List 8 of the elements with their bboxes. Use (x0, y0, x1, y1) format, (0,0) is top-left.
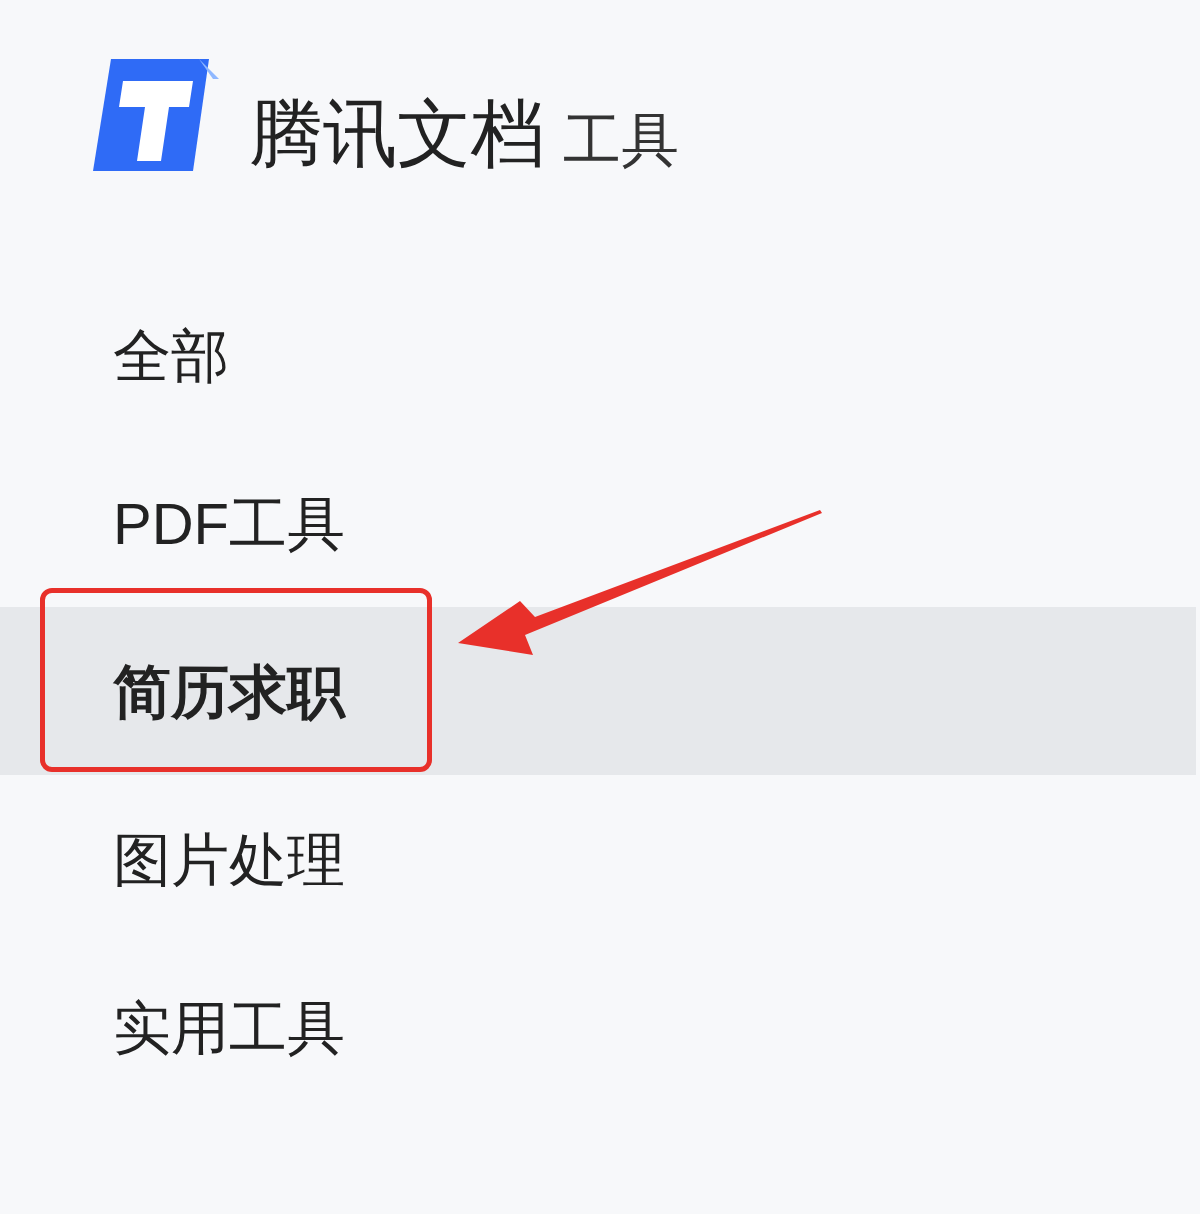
app-subtitle: 工具 (563, 111, 679, 169)
menu-item[interactable]: PDF工具 (0, 439, 1196, 607)
logo-icon (93, 59, 219, 171)
menu-item[interactable]: 图片处理 (0, 775, 1196, 943)
menu-item[interactable]: 全部 (0, 271, 1196, 439)
menu-item[interactable]: 实用工具 (0, 943, 1196, 1111)
app-title: 腾讯文档 (249, 97, 545, 171)
menu-item[interactable]: 简历求职 (0, 607, 1196, 775)
